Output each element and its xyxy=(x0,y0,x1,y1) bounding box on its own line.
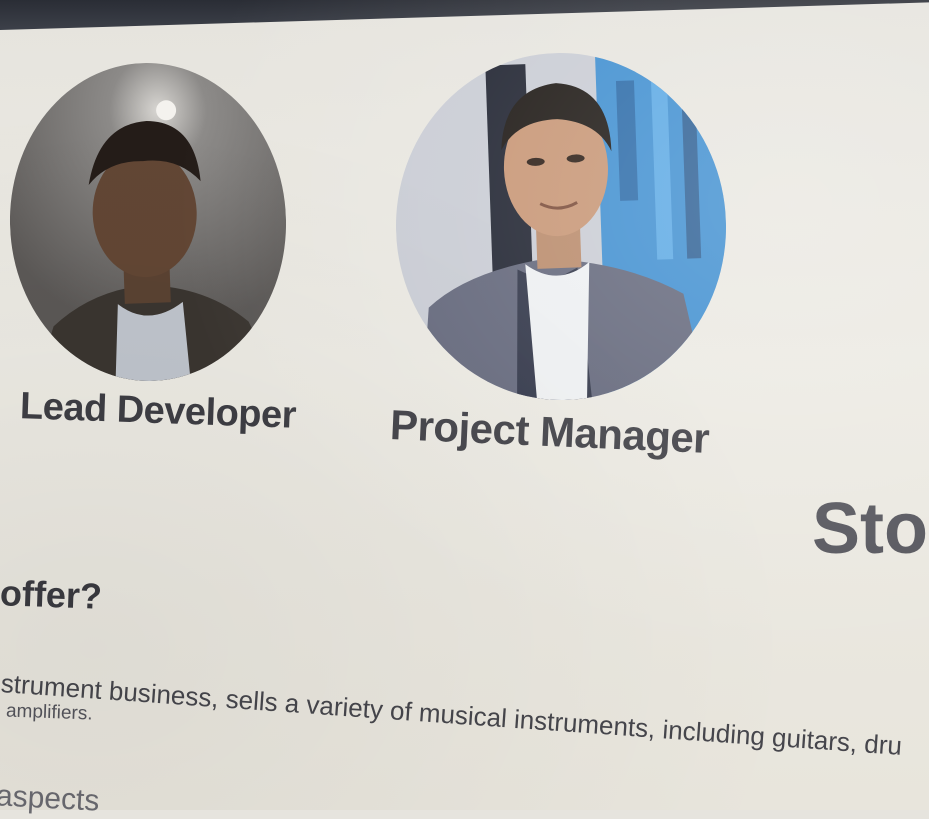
person-photo-icon xyxy=(390,47,732,406)
lead-developer-avatar xyxy=(4,58,292,386)
faq-answer-text: strument business, sells a variety of mu… xyxy=(0,668,903,761)
section-heading: Sto xyxy=(812,489,928,569)
faq-question: offer? xyxy=(0,572,103,617)
project-manager-avatar xyxy=(390,47,732,406)
faq-answer-continuation: amplifiers. xyxy=(5,700,93,725)
monitor-bezel xyxy=(0,0,929,30)
person-photo-icon xyxy=(4,58,292,386)
lead-developer-title: Lead Developer xyxy=(19,385,297,437)
project-manager-title: Project Manager xyxy=(389,401,711,462)
next-paragraph-text: aspects xyxy=(0,779,101,818)
